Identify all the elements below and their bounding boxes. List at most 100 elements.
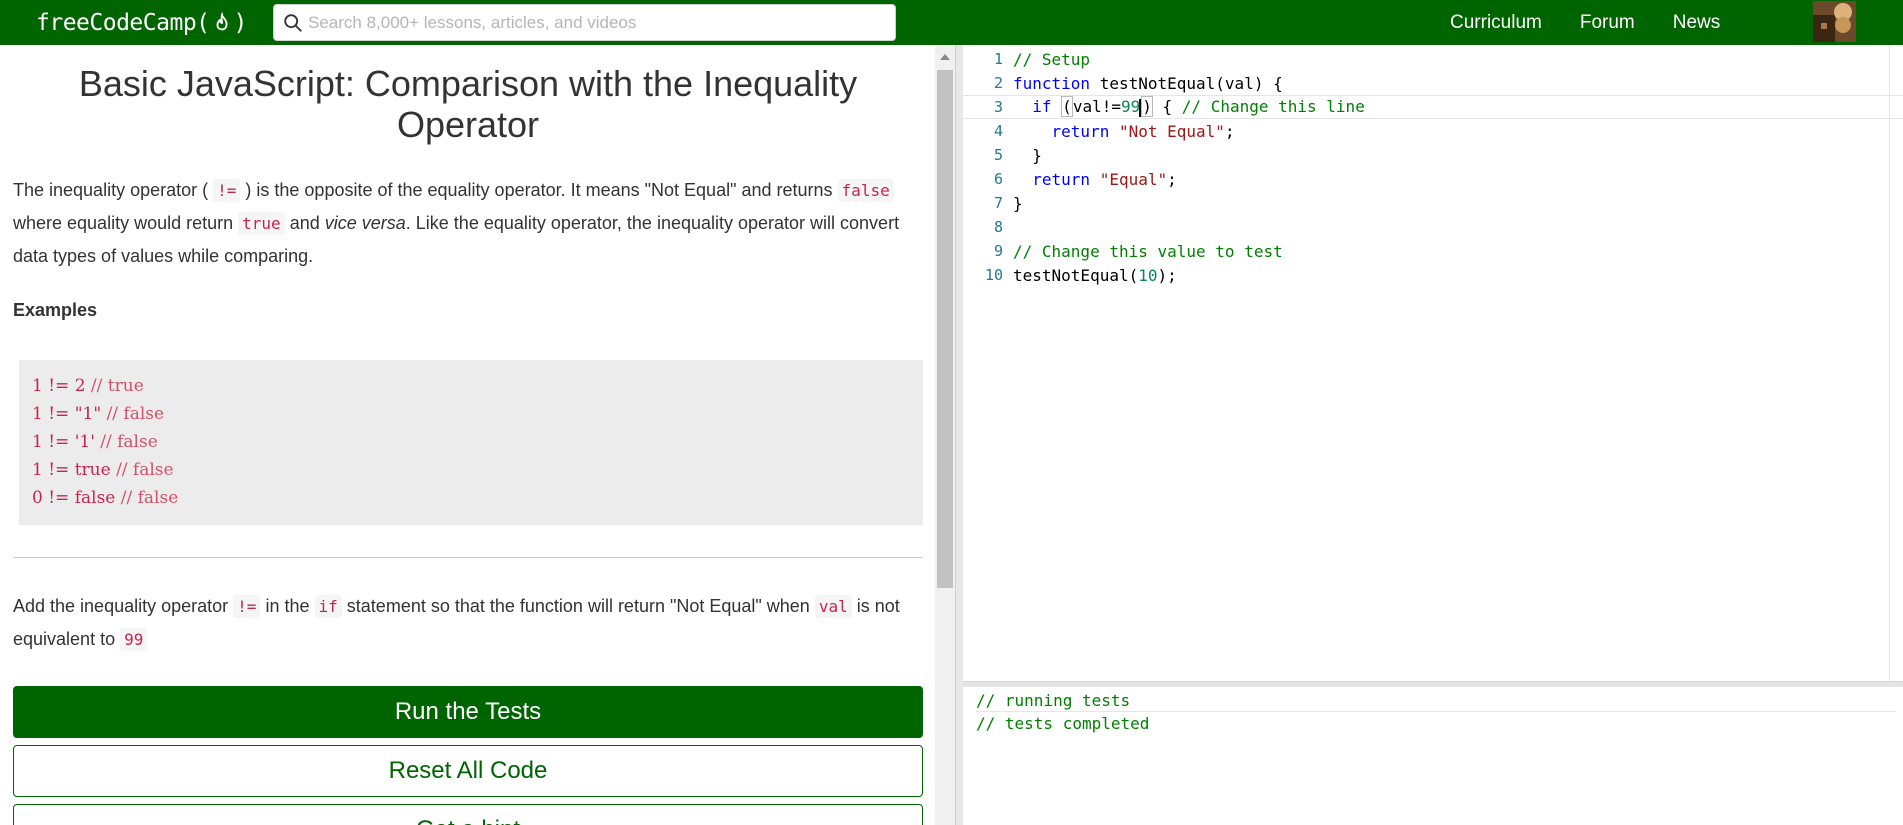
editor-line: 6 return "Equal";	[963, 167, 1903, 191]
reset-code-button[interactable]: Reset All Code	[13, 745, 923, 797]
code-keyword: return	[1032, 169, 1091, 189]
description-emphasis: vice versa	[324, 213, 406, 233]
example-comment: // false	[116, 460, 174, 480]
scrollbar-thumb[interactable]	[937, 70, 953, 588]
freecodecamp-logo[interactable]: freeCodeCamp( )	[36, 6, 247, 39]
search-icon	[284, 13, 302, 32]
nav-link-curriculum[interactable]: Curriculum	[1450, 12, 1542, 34]
description-paragraph: The inequality operator ( != ) is the op…	[13, 174, 925, 272]
top-navbar: freeCodeCamp( ) Curriculum Forum News	[0, 0, 1903, 45]
code-keyword: if	[1032, 97, 1052, 117]
line-number: 1	[993, 50, 1003, 68]
search-input[interactable]	[308, 12, 888, 33]
code-number: 99	[1120, 97, 1141, 117]
editor-line: 10 testNotEqual(10);	[963, 263, 1903, 287]
code-text: ;	[1224, 121, 1235, 141]
example-line: 1 != true // false	[32, 456, 910, 484]
code-comment: // Setup	[1013, 49, 1091, 69]
output-console: // running tests // tests completed	[963, 687, 1903, 825]
code-number: 10	[1138, 265, 1158, 285]
console-line: // tests completed	[976, 714, 1150, 733]
flame-icon	[216, 11, 228, 30]
code-bracket: (	[1061, 96, 1073, 118]
avatar-image	[1813, 1, 1856, 42]
inline-code: val	[814, 595, 852, 618]
line-number: 3	[993, 98, 1003, 116]
logo-text-right: )	[233, 9, 248, 36]
code-text: testNotEqual(val) {	[1090, 73, 1283, 93]
code-comment: // Change this line	[1181, 97, 1365, 117]
instructions-text: statement so that the function will retu…	[346, 596, 810, 616]
description-text: The inequality operator (	[13, 180, 209, 200]
code-keyword: return	[1051, 121, 1110, 141]
code-text: }	[1032, 145, 1042, 165]
code-comment: // Change this value to test	[1013, 241, 1283, 261]
inline-code: 99	[120, 628, 148, 651]
inline-code: !=	[213, 179, 241, 202]
section-divider	[13, 557, 923, 558]
inline-code: true	[238, 212, 285, 235]
console-line: // running tests	[976, 689, 1896, 712]
get-hint-button[interactable]: Get a hint	[13, 804, 923, 825]
line-number: 8	[993, 218, 1003, 236]
line-number: 5	[993, 146, 1003, 164]
example-code: 0 != false	[32, 488, 121, 508]
example-code: 1 != true	[32, 460, 117, 480]
editor-line: 8	[963, 215, 1903, 239]
instructions-pane: Basic JavaScript: Comparison with the In…	[0, 45, 930, 825]
example-code: 1 != "1"	[32, 404, 107, 424]
code-string: "Equal"	[1099, 169, 1168, 189]
description-text: ) is the opposite of the equality operat…	[245, 180, 833, 200]
search-bar	[273, 4, 896, 41]
inline-code: if	[314, 595, 342, 618]
instructions-paragraph: Add the inequality operator != in the if…	[13, 590, 925, 656]
editor-line: 1 // Setup	[963, 47, 1903, 71]
example-line: 1 != "1" // false	[32, 400, 910, 428]
line-number: 6	[993, 170, 1003, 188]
nav-links: Curriculum Forum News	[1450, 0, 1758, 45]
code-text: }	[1013, 193, 1023, 213]
instructions-text: in the	[265, 596, 310, 616]
example-comment: // false	[106, 404, 165, 424]
editor-line: 2 function testNotEqual(val) {	[963, 71, 1903, 95]
code-text: val!=	[1072, 97, 1121, 117]
examples-code-block: 1 != 2 // true 1 != "1" // false 1 != '1…	[19, 360, 923, 525]
line-number: 9	[993, 242, 1003, 260]
pane-resizer[interactable]	[955, 45, 963, 825]
description-text: where equality would return	[13, 213, 234, 233]
instructions-scrollbar[interactable]	[935, 45, 955, 825]
code-keyword: function	[1013, 73, 1091, 93]
code-text: ;	[1167, 169, 1177, 189]
example-code: 1 != '1'	[32, 432, 101, 452]
editor-line: 7 }	[963, 191, 1903, 215]
code-text: testNotEqual(	[1013, 265, 1139, 285]
run-tests-button[interactable]: Run the Tests	[13, 686, 923, 738]
example-code: 1 != 2	[32, 376, 91, 396]
code-text: {	[1152, 97, 1182, 117]
code-text: );	[1157, 265, 1177, 285]
instructions-text: Add the inequality operator	[13, 596, 229, 616]
code-editor[interactable]: 1 // Setup 2 function testNotEqual(val) …	[963, 45, 1903, 681]
logo-text-left: freeCodeCamp(	[36, 9, 210, 36]
challenge-title: Basic JavaScript: Comparison with the In…	[78, 63, 858, 145]
editor-scrollbar[interactable]	[1889, 45, 1903, 681]
example-line: 0 != false // false	[32, 484, 910, 512]
editor-line: 5 }	[963, 143, 1903, 167]
editor-line: 9 // Change this value to test	[963, 239, 1903, 263]
code-string: "Not Equal"	[1118, 121, 1225, 141]
inline-code: !=	[233, 595, 261, 618]
example-line: 1 != '1' // false	[32, 428, 910, 456]
line-number: 10	[984, 266, 1003, 284]
example-comment: // false	[120, 488, 179, 508]
example-comment: // true	[90, 376, 144, 396]
editor-line: 4 return "Not Equal";	[963, 119, 1903, 143]
scroll-up-arrow-icon[interactable]	[935, 51, 955, 63]
editor-line-active: 3 if (val!=99) { // Change this line	[963, 95, 1903, 119]
nav-link-forum[interactable]: Forum	[1580, 12, 1635, 34]
code-bracket: )	[1141, 96, 1153, 118]
examples-heading: Examples	[13, 300, 98, 320]
line-number: 2	[993, 74, 1003, 92]
line-number: 7	[993, 194, 1003, 212]
user-avatar[interactable]	[1813, 1, 1856, 42]
nav-link-news[interactable]: News	[1673, 12, 1721, 34]
